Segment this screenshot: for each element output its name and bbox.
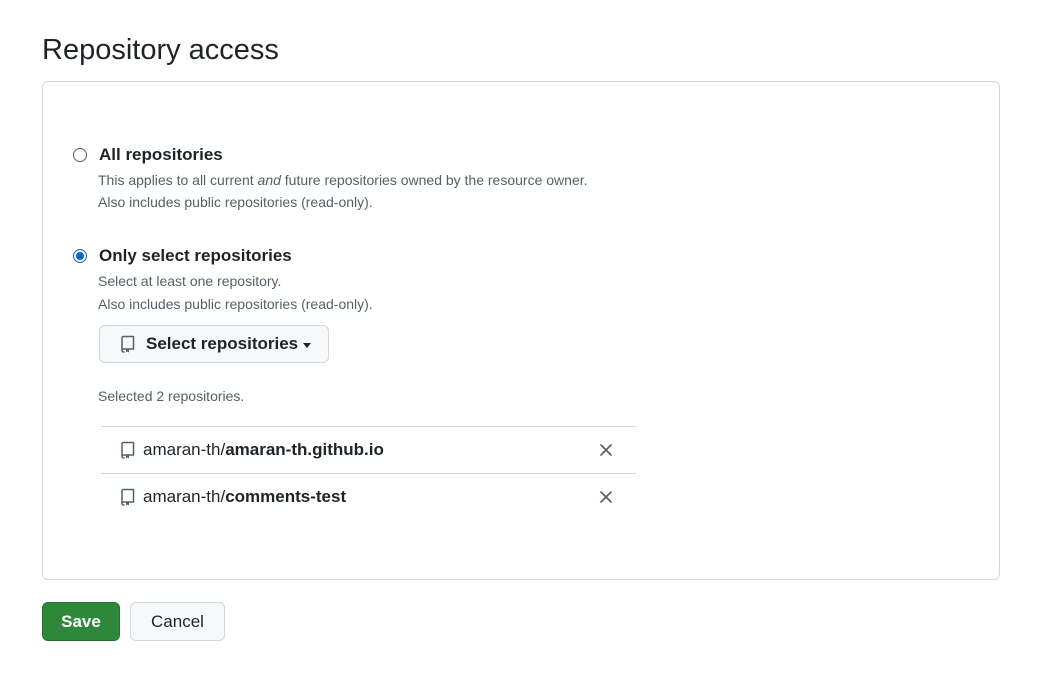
all-repositories-note: This applies to all current and future r… bbox=[98, 170, 588, 190]
all-repositories-label[interactable]: All repositories bbox=[99, 144, 223, 166]
repository-access-panel: All repositories This applies to all cur… bbox=[42, 81, 1000, 580]
repository-name: amaran-th/comments-test bbox=[143, 487, 346, 507]
list-item: amaran-th/comments-test bbox=[101, 473, 636, 519]
repository-owner: amaran-th/ bbox=[143, 486, 226, 506]
all-repositories-note-emphasis: and bbox=[257, 172, 281, 188]
save-button[interactable]: Save bbox=[42, 602, 120, 641]
only-select-repositories-label[interactable]: Only select repositories bbox=[99, 245, 292, 267]
all-repositories-radio[interactable] bbox=[73, 148, 87, 162]
page-title: Repository access bbox=[42, 34, 279, 66]
only-select-repositories-note: Select at least one repository. bbox=[98, 273, 282, 289]
all-repositories-note-line2: Also includes public repositories (read-… bbox=[98, 194, 373, 210]
only-select-repositories-note-line2: Also includes public repositories (read-… bbox=[98, 296, 373, 312]
selected-repositories-list: amaran-th/amaran-th.github.io amaran-th/… bbox=[101, 426, 636, 519]
repository-access-page: Repository access All repositories This … bbox=[0, 0, 1060, 677]
repository-short-name: amaran-th.github.io bbox=[225, 440, 384, 459]
all-repositories-note-suffix: future repositories owned by the resourc… bbox=[280, 172, 588, 188]
repo-icon bbox=[120, 335, 136, 353]
selected-repositories-summary: Selected 2 repositories. bbox=[98, 388, 245, 404]
cancel-button[interactable]: Cancel bbox=[130, 602, 225, 641]
x-icon bbox=[600, 490, 612, 503]
repo-icon bbox=[120, 488, 136, 506]
x-icon bbox=[600, 444, 612, 456]
repository-short-name: comments-test bbox=[225, 486, 347, 506]
only-select-repositories-radio[interactable] bbox=[73, 249, 87, 263]
select-repositories-button[interactable]: Select repositories bbox=[99, 325, 329, 363]
list-item: amaran-th/amaran-th.github.io bbox=[101, 427, 636, 473]
all-repositories-note-prefix: This applies to all current bbox=[98, 172, 258, 188]
caret-down-icon bbox=[303, 342, 312, 348]
remove-repository-button[interactable] bbox=[598, 489, 614, 505]
repository-owner: amaran-th/ bbox=[143, 440, 226, 459]
repository-name: amaran-th/amaran-th.github.io bbox=[143, 440, 384, 460]
repo-icon bbox=[120, 441, 136, 459]
remove-repository-button[interactable] bbox=[598, 442, 614, 458]
select-repositories-button-label: Select repositories bbox=[146, 334, 299, 353]
